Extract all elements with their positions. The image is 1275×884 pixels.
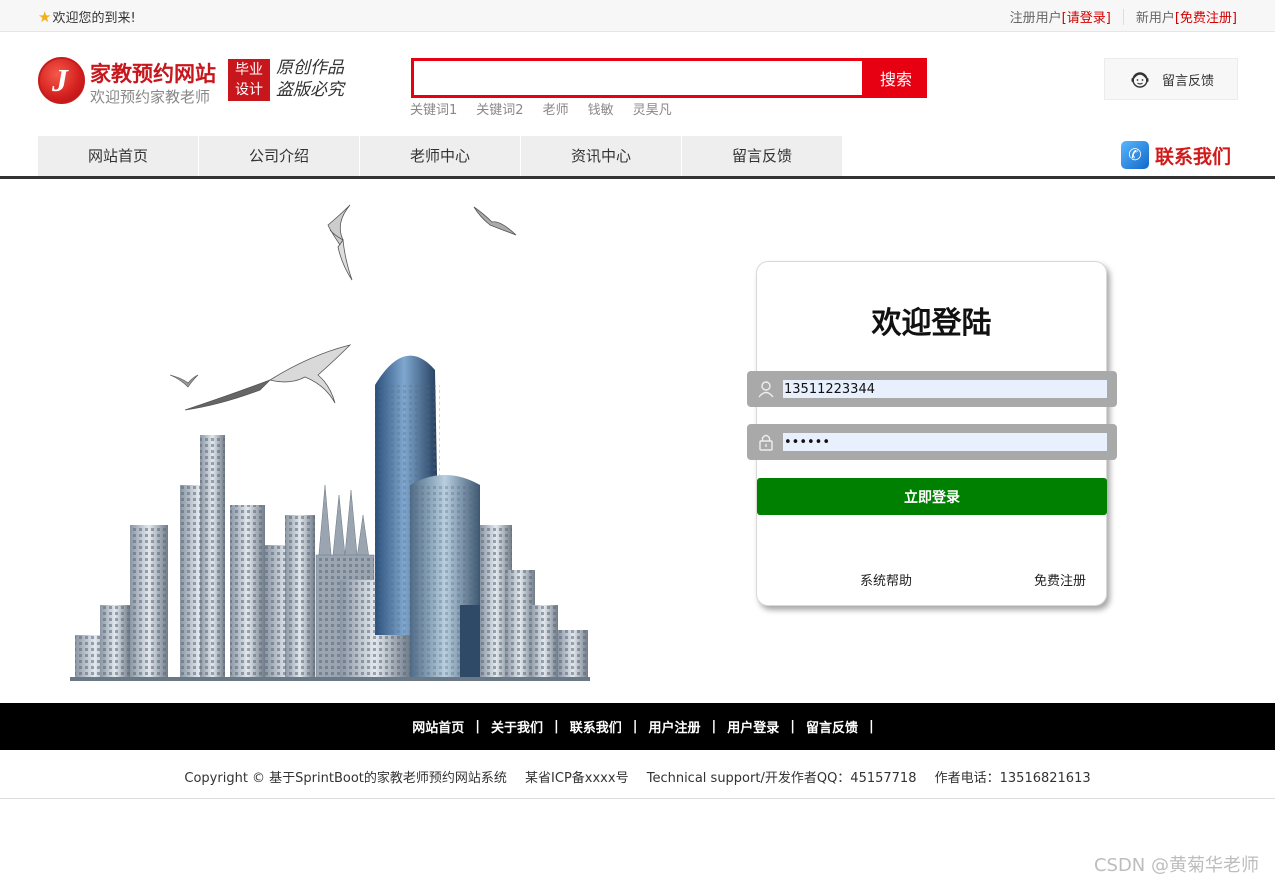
footer-nav: 网站首页 | 关于我们 | 联系我们 | 用户注册 | 用户登录 | 留言反馈 … [0,703,1275,750]
help-link[interactable]: 系统帮助 [860,570,912,589]
welcome-text: 欢迎您的到来! [52,11,136,26]
footer-divider [0,798,1275,799]
search-button[interactable]: 搜索 [865,58,927,98]
star-icon: ★ [38,7,52,26]
main-nav: 网站首页 公司介绍 老师中心 资讯中心 留言反馈 [38,136,843,176]
badge-line-2: 设计 [235,82,263,98]
watermark: CSDN @黄菊华老师 [1093,855,1259,876]
free-register-link[interactable]: [免费注册] [1175,7,1237,26]
welcome-message: ★ 欢迎您的到来! [38,7,136,27]
footer-link-login[interactable]: 用户登录 [727,717,779,736]
password-input[interactable] [783,433,1107,451]
login-button[interactable]: 立即登录 [757,478,1107,515]
keyword-link[interactable]: 灵昊凡 [633,99,672,118]
support-text: Technical support/开发作者QQ：45157718 [646,771,917,786]
register-link[interactable]: 免费注册 [1034,570,1086,589]
footer-separator: | [711,719,717,734]
seagull-icon [473,206,517,236]
search-bar: 搜索 [411,58,927,98]
slogan-line-2: 盗版必究 [276,80,344,100]
login-card: 欢迎登陆 立即登录 系统帮助 免费注册 [747,261,1117,606]
nav-item-home[interactable]: 网站首页 [38,136,198,176]
phone-text: 作者电话：13516821613 [934,771,1091,786]
copyright-text: Copyright © 基于SprintBoot的家教老师预约网站系统 [184,771,507,786]
seagull-icon [169,374,199,388]
slogan-line-1: 原创作品 [276,58,344,78]
site-subtitle: 欢迎预约家教老师 [90,88,211,106]
site-logo[interactable]: J 家教预约网站 欢迎预约家教老师 毕业 设计 原创作品 盗版必究 [38,56,358,108]
seagull-icon [184,344,352,411]
register-user-label: 注册用户 [1009,11,1062,26]
keyword-link[interactable]: 关键词1 [410,99,457,118]
copyright-bar: Copyright © 基于SprintBoot的家教老师预约网站系统 某省IC… [0,767,1275,786]
footer-link-feedback[interactable]: 留言反馈 [806,717,858,736]
contact-us-label: 联系我们 [1155,145,1232,168]
footer-link-register[interactable]: 用户注册 [649,717,701,736]
footer-link-home[interactable]: 网站首页 [412,717,464,736]
seagull-icon [327,204,353,281]
password-field [747,424,1117,460]
feedback-label: 留言反馈 [1162,73,1215,89]
keyword-link[interactable]: 老师 [543,99,569,118]
nav-item-news[interactable]: 资讯中心 [521,136,681,176]
username-input[interactable] [783,380,1107,398]
login-link[interactable]: [请登录] [1062,7,1111,26]
feedback-button[interactable]: 留言反馈 [1104,58,1238,100]
nav-item-teachers[interactable]: 老师中心 [360,136,520,176]
footer-separator: | [475,719,480,734]
graduation-badge: 毕业 设计 [228,59,270,101]
footer-link-contact[interactable]: 联系我们 [570,717,622,736]
top-bar: ★ 欢迎您的到来! 注册用户 [请登录] 新用户 [免费注册] [0,0,1275,32]
icp-text: 某省ICP备xxxx号 [525,771,629,786]
nav-item-feedback[interactable]: 留言反馈 [682,136,842,176]
search-input[interactable] [411,58,865,98]
contact-us-link[interactable]: ✆ 联系我们 [1121,141,1231,169]
divider [1122,8,1124,25]
username-field [747,371,1117,407]
badge-line-1: 毕业 [235,62,263,78]
new-user-label: 新用户 [1135,11,1175,26]
login-title: 欢迎登陆 [871,306,992,341]
site-title: 家教预约网站 [90,62,216,86]
keyword-link[interactable]: 关键词2 [476,99,523,118]
customer-service-icon [1131,72,1149,88]
slogan: 原创作品 盗版必究 [276,57,344,101]
footer-link-about[interactable]: 关于我们 [491,717,543,736]
footer-separator: | [632,719,638,734]
user-icon [758,381,774,398]
nav-divider [0,176,1275,179]
hot-keywords: 关键词1 关键词2 老师 钱敏 灵昊凡 [410,99,672,118]
lock-icon [759,434,773,451]
nav-item-about[interactable]: 公司介绍 [199,136,359,176]
footer-separator: | [790,719,796,734]
top-bar-user-links: 注册用户 [请登录] 新用户 [免费注册] [1010,7,1237,26]
footer-separator: | [553,719,559,734]
footer-separator: | [869,719,874,734]
city-skyline-illustration [70,204,590,681]
keyword-link[interactable]: 钱敏 [588,99,614,118]
phone-icon: ✆ [1121,141,1149,169]
logo-mark-icon: J [38,57,85,104]
